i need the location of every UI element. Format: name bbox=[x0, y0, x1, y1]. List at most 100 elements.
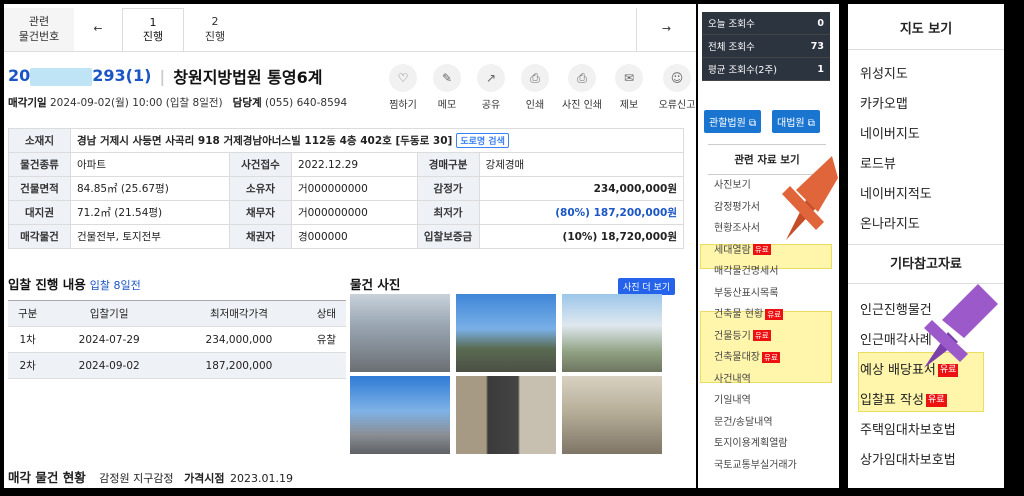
table-row: 매각물건 건물전부, 토지전부 채권자 경000000 입찰보증금 (10%) 18,… bbox=[8, 224, 685, 249]
property-photo[interactable] bbox=[562, 376, 662, 454]
cell-label: 경매구분 bbox=[416, 152, 480, 177]
stat-row: 전체 조회수 73 bbox=[702, 35, 830, 58]
cell-value: 거000000000 bbox=[290, 176, 418, 201]
table-header: 구분 입찰기일 최저매각가격 상태 bbox=[8, 300, 346, 327]
paid-badge: 유료 bbox=[925, 394, 947, 407]
related-item[interactable]: 건축물대장 유료 bbox=[708, 347, 826, 369]
tab-1[interactable]: 1 진행 bbox=[122, 8, 184, 51]
cell-label: 소유자 bbox=[228, 176, 292, 201]
tab-num: 1 bbox=[149, 15, 157, 29]
status-footer: 매각 물건 현황 감정원 지구감정 가격시점 2023.01.19 bbox=[8, 467, 293, 486]
cell: 2024-07-29 bbox=[47, 326, 172, 353]
cell-value: 71.2㎡ (21.54평) bbox=[70, 200, 230, 225]
pushpin-icon bbox=[924, 284, 998, 368]
map-link[interactable]: 네이버지도 bbox=[848, 120, 1004, 150]
stat-label: 전체 조회수 bbox=[708, 42, 755, 53]
pencil-icon: ✎ bbox=[433, 64, 461, 92]
ghost-icon: ☺ bbox=[663, 64, 691, 92]
report-label: 제보 bbox=[619, 100, 639, 111]
property-photo[interactable] bbox=[350, 294, 450, 372]
tab-2[interactable]: 2 진행 bbox=[184, 8, 246, 51]
cell bbox=[306, 352, 346, 379]
photo-print-button[interactable]: ⎙ 사진 인쇄 bbox=[560, 64, 604, 111]
supreme-court-button[interactable]: 대법원 ⧉ bbox=[772, 110, 820, 133]
memo-button[interactable]: ✎ 메모 bbox=[428, 64, 466, 111]
cell-label: 사건접수 bbox=[228, 152, 292, 177]
property-photo[interactable] bbox=[456, 376, 556, 454]
related-label-1: 관련 bbox=[28, 15, 50, 29]
reference-link[interactable]: 입찰표 작성 유료 bbox=[848, 386, 1004, 416]
jurisdiction-court-button[interactable]: 관할법원 ⧉ bbox=[704, 110, 762, 133]
report-button[interactable]: ✉ 제보 bbox=[610, 64, 648, 111]
addr-value: 경남 거제시 사등면 사곡리 918 거제경남아너스빌 112동 4층 402호… bbox=[77, 135, 453, 147]
more-photos-button[interactable]: 사진 더 보기 bbox=[618, 278, 676, 295]
related-item-label: 기일내역 bbox=[714, 395, 751, 406]
stat-value: 0 bbox=[817, 17, 824, 29]
related-item[interactable]: 문건/송달내역 bbox=[708, 412, 826, 434]
related-item-label: 매각물건명세서 bbox=[714, 266, 779, 277]
cell-value: 84.85㎡ (25.67평) bbox=[70, 176, 230, 201]
sale-info: 매각기일 2024-09-02(월) 10:00 (입찰 8일전) 담당계 (0… bbox=[8, 95, 347, 110]
memo-label: 메모 bbox=[437, 100, 457, 111]
map-link[interactable]: 온나라지도 bbox=[848, 210, 1004, 240]
related-item[interactable]: 부동산표시목록 bbox=[708, 283, 826, 305]
map-link[interactable]: 카카오맵 bbox=[848, 90, 1004, 120]
col-header: 상태 bbox=[306, 300, 346, 327]
related-item[interactable]: 기일내역 bbox=[708, 390, 826, 412]
table-row: 1차 2024-07-29 234,000,000 유찰 bbox=[8, 326, 346, 353]
reference-link[interactable]: 상가임대차보호법 bbox=[848, 446, 1004, 476]
related-item-label: 감정평가서 bbox=[714, 201, 760, 213]
dept-value: (055) 640-8594 bbox=[265, 97, 348, 109]
related-item[interactable]: 건축물 현황 유료 bbox=[708, 304, 826, 326]
cell-label: 채권자 bbox=[228, 224, 292, 249]
sale-value: 2024-09-02(월) 10:00 (입찰 8일전) bbox=[49, 97, 223, 109]
related-item[interactable]: 국토교통부실거래가 bbox=[708, 455, 826, 477]
redacted-block bbox=[30, 67, 93, 86]
prev-arrow-icon[interactable]: ← bbox=[74, 8, 122, 51]
pushpin-icon bbox=[782, 156, 838, 240]
related-item-label: 건축물대장 bbox=[714, 352, 760, 363]
map-title: 지도 보기 bbox=[848, 10, 1004, 50]
cell-label: 최저가 bbox=[416, 200, 480, 225]
error-report-button[interactable]: ☺ 오류신고 bbox=[654, 64, 696, 111]
case-prefix: 20 bbox=[8, 66, 31, 86]
cell-label: 물건종류 bbox=[8, 152, 71, 177]
reference-link[interactable]: 주택임대차보호법 bbox=[848, 416, 1004, 446]
envelope-icon: ✉ bbox=[615, 64, 643, 92]
property-photo[interactable] bbox=[456, 294, 556, 372]
cell: 2차 bbox=[8, 352, 48, 379]
share-button[interactable]: ↗ 공유 bbox=[472, 64, 510, 111]
related-item-label: 사진보기 bbox=[714, 180, 751, 191]
related-item-label: 건물등기 bbox=[714, 330, 751, 342]
print-label: 인쇄 bbox=[525, 100, 545, 111]
deposit-value: (10%) 18,720,000원 bbox=[478, 224, 685, 249]
property-photo[interactable] bbox=[562, 294, 662, 372]
road-search-button[interactable]: 도로명 검색 bbox=[456, 133, 509, 148]
map-link[interactable]: 위성지도 bbox=[848, 60, 1004, 90]
related-item[interactable]: 매각물건명세서 bbox=[708, 261, 826, 283]
bid-table: 구분 입찰기일 최저매각가격 상태 1차 2024-07-29 234,000,000… bbox=[8, 300, 346, 379]
photo-section-title: 물건 사진 bbox=[350, 277, 401, 292]
related-item-label: 부동산표시목록 bbox=[714, 287, 779, 299]
print-button[interactable]: ⎙ 인쇄 bbox=[516, 64, 554, 111]
related-item[interactable]: 토지이용계획열람 bbox=[708, 433, 826, 455]
map-link[interactable]: 로드뷰 bbox=[848, 150, 1004, 180]
favorite-button[interactable]: ♡ 찜하기 bbox=[384, 64, 422, 111]
addr-label: 소재지 bbox=[8, 128, 71, 153]
related-item-label: 토지이용계획열람 bbox=[714, 438, 788, 449]
col-header: 입찰기일 bbox=[47, 300, 172, 327]
related-item[interactable]: 사건내역 bbox=[708, 369, 826, 391]
table-row: 물건종류 아파트 사건접수 2022.12.29 경매구분 강제경매 bbox=[8, 152, 685, 177]
property-photo[interactable] bbox=[350, 376, 450, 454]
bid-title: 입찰 진행 내용 bbox=[8, 277, 86, 292]
tab-label: 진행 bbox=[204, 29, 226, 43]
paid-badge: 유료 bbox=[752, 330, 771, 341]
map-link[interactable]: 네이버지적도 bbox=[848, 180, 1004, 210]
cell-label: 매각물건 bbox=[8, 224, 71, 249]
reference-link-label: 입찰표 작성 bbox=[860, 393, 924, 408]
table-row: 건물면적 84.85㎡ (25.67평) 소유자 거000000000 감정가 234… bbox=[8, 176, 685, 201]
related-item[interactable]: 건물등기 유료 bbox=[708, 326, 826, 348]
related-items-button[interactable]: 관련 물건번호 bbox=[4, 8, 74, 51]
table-row: 2차 2024-09-02 187,200,000 bbox=[8, 352, 346, 379]
next-arrow-icon[interactable]: → bbox=[636, 8, 696, 51]
